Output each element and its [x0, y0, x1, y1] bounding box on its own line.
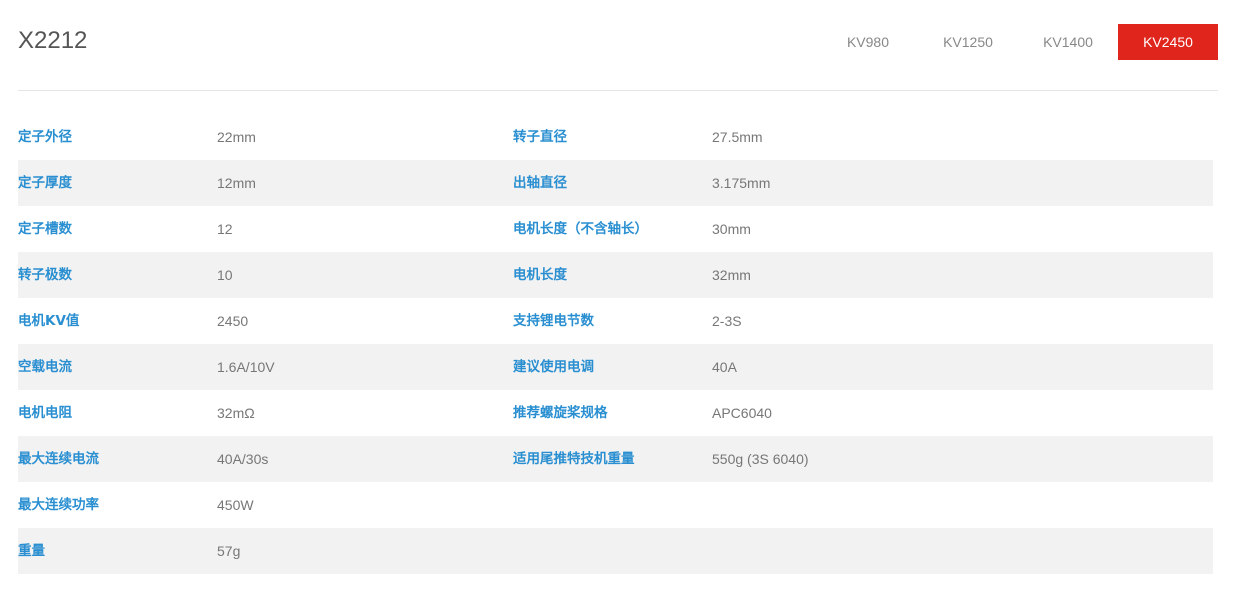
spec-value: 57g [217, 543, 241, 559]
spec-value: 10 [217, 267, 233, 283]
spec-value: 2-3S [712, 313, 742, 329]
spec-label: 定子槽数 [18, 221, 72, 237]
spec-value: 2450 [217, 313, 249, 329]
spec-row: 最大连续电流 40A/30s 适用尾推特技机重量 550g (3S 6040) [18, 436, 1213, 482]
spec-row: 最大连续功率 450W [18, 482, 1213, 528]
spec-label: 最大连续功率 [18, 497, 99, 513]
spec-value: 12mm [217, 175, 256, 191]
spec-label: 电机长度（不含轴长） [513, 221, 648, 237]
spec-value: 450W [217, 497, 254, 513]
header-divider [18, 90, 1218, 91]
spec-value: 3.175mm [712, 175, 771, 191]
spec-label: 支持锂电节数 [513, 313, 594, 329]
spec-label: 空载电流 [18, 359, 72, 375]
spec-row: 定子槽数 12 电机长度（不含轴长） 30mm [18, 206, 1213, 252]
tab-kv2450[interactable]: KV2450 [1118, 24, 1218, 60]
spec-label: 建议使用电调 [513, 359, 594, 375]
spec-label: 出轴直径 [513, 175, 567, 191]
spec-label: 定子厚度 [18, 175, 72, 191]
spec-value: 40A/30s [217, 451, 269, 467]
spec-row: 电机KV值 2450 支持锂电节数 2-3S [18, 298, 1213, 344]
spec-row: 空载电流 1.6A/10V 建议使用电调 40A [18, 344, 1213, 390]
spec-value: 32mΩ [217, 405, 255, 421]
spec-label: 最大连续电流 [18, 451, 99, 467]
spec-label: 电机KV值 [18, 313, 80, 329]
kv-variant-tabs: KV980 KV1250 KV1400 KV2450 [818, 24, 1218, 60]
spec-label: 重量 [18, 543, 45, 559]
tab-kv1400[interactable]: KV1400 [1018, 24, 1118, 60]
spec-row: 定子外径 22mm 转子直径 27.5mm [18, 114, 1213, 160]
spec-value: 550g (3S 6040) [712, 451, 809, 467]
product-title: X2212 [18, 27, 88, 54]
spec-value: 32mm [712, 267, 751, 283]
spec-label: 推荐螺旋桨规格 [513, 405, 608, 421]
tab-kv1250[interactable]: KV1250 [918, 24, 1018, 60]
spec-value: 1.6A/10V [217, 359, 275, 375]
spec-label: 转子直径 [513, 129, 567, 145]
spec-label: 转子极数 [18, 267, 72, 283]
spec-label: 定子外径 [18, 129, 72, 145]
spec-row: 定子厚度 12mm 出轴直径 3.175mm [18, 160, 1213, 206]
spec-value: 30mm [712, 221, 751, 237]
spec-value: 22mm [217, 129, 256, 145]
spec-label: 电机电阻 [18, 405, 72, 421]
spec-value: 27.5mm [712, 129, 763, 145]
spec-row: 重量 57g [18, 528, 1213, 574]
spec-label: 适用尾推特技机重量 [513, 451, 635, 467]
tab-kv980[interactable]: KV980 [818, 24, 918, 60]
spec-value: APC6040 [712, 405, 772, 421]
spec-row: 转子极数 10 电机长度 32mm [18, 252, 1213, 298]
product-header: X2212 KV980 KV1250 KV1400 KV2450 [18, 22, 1218, 62]
spec-row: 电机电阻 32mΩ 推荐螺旋桨规格 APC6040 [18, 390, 1213, 436]
spec-label: 电机长度 [513, 267, 567, 283]
spec-value: 12 [217, 221, 233, 237]
spec-value: 40A [712, 359, 737, 375]
spec-table: 定子外径 22mm 转子直径 27.5mm 定子厚度 12mm 出轴直径 3.1… [18, 114, 1213, 574]
